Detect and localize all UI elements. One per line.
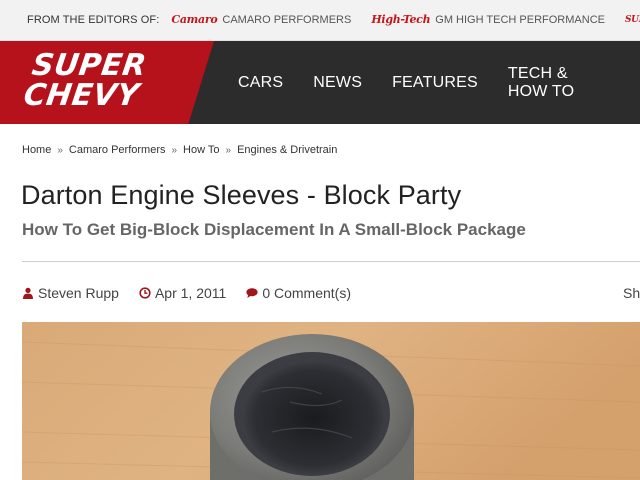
- breadcrumb-home[interactable]: Home: [22, 144, 51, 156]
- breadcrumb-separator: »: [225, 144, 232, 156]
- nav-item-tech-how-to[interactable]: TECH & HOW TO: [508, 65, 610, 101]
- super-chevy-logo[interactable]: SUPER CHEVY: [0, 41, 214, 124]
- site-header: SUPER CHEVY CARS NEWS FEATURES TECH & HO…: [0, 41, 640, 124]
- author-link[interactable]: Steven Rupp: [22, 285, 119, 301]
- super-chevy-small-logo: SUPER CHEVY: [624, 15, 640, 25]
- sister-site-super-chevy[interactable]: SUPER CHEVY: [624, 15, 640, 25]
- sister-site-name: GM HIGH TECH PERFORMANCE: [435, 14, 605, 26]
- editors-bar: FROM THE EDITORS OF: Camaro CAMARO PERFO…: [0, 0, 640, 41]
- nav-item-news[interactable]: NEWS: [313, 74, 362, 92]
- brand-wordmark: SUPER CHEVY: [22, 48, 149, 113]
- comment-icon: [246, 288, 258, 298]
- editors-label: FROM THE EDITORS OF:: [27, 14, 160, 26]
- high-tech-logo: High-Tech: [371, 13, 431, 26]
- breadcrumb: Home » Camaro Performers » How To » Engi…: [22, 144, 337, 156]
- breadcrumb-camaro-performers[interactable]: Camaro Performers: [69, 144, 166, 156]
- share-label[interactable]: Sh: [623, 285, 640, 301]
- article-title: Darton Engine Sleeves - Block Party: [21, 180, 462, 210]
- engine-sleeve-photo: [22, 322, 640, 480]
- breadcrumb-separator: »: [57, 144, 63, 156]
- sister-site-camaro-performers[interactable]: Camaro CAMARO PERFORMERS: [171, 14, 351, 26]
- main-nav: CARS NEWS FEATURES TECH & HOW TO: [238, 41, 640, 124]
- comments-link[interactable]: 0 Comment(s): [246, 285, 351, 301]
- article-subtitle: How To Get Big-Block Displacement In A S…: [22, 220, 526, 239]
- article-hero-image: [22, 322, 640, 480]
- brand-line-2: CHEVY: [21, 78, 142, 113]
- sister-site-gm-high-tech[interactable]: High-Tech GM HIGH TECH PERFORMANCE: [371, 14, 605, 26]
- title-divider: [22, 261, 640, 262]
- clock-icon: [139, 287, 151, 299]
- camaro-logo: Camaro: [171, 13, 218, 26]
- breadcrumb-how-to[interactable]: How To: [183, 144, 219, 156]
- nav-item-cars[interactable]: CARS: [238, 74, 283, 92]
- date-text: Apr 1, 2011: [154, 285, 227, 301]
- author-name: Steven Rupp: [38, 285, 119, 301]
- publish-date: Apr 1, 2011: [139, 285, 226, 301]
- sister-site-name: CAMARO PERFORMERS: [222, 14, 352, 26]
- breadcrumb-separator: »: [171, 144, 178, 156]
- byline: Steven Rupp Apr 1, 2011 0 Comment(s): [22, 285, 371, 301]
- comments-count: 0 Comment(s): [262, 285, 351, 301]
- breadcrumb-engines-drivetrain[interactable]: Engines & Drivetrain: [237, 144, 337, 156]
- nav-item-features[interactable]: FEATURES: [392, 74, 478, 92]
- user-icon: [23, 287, 33, 299]
